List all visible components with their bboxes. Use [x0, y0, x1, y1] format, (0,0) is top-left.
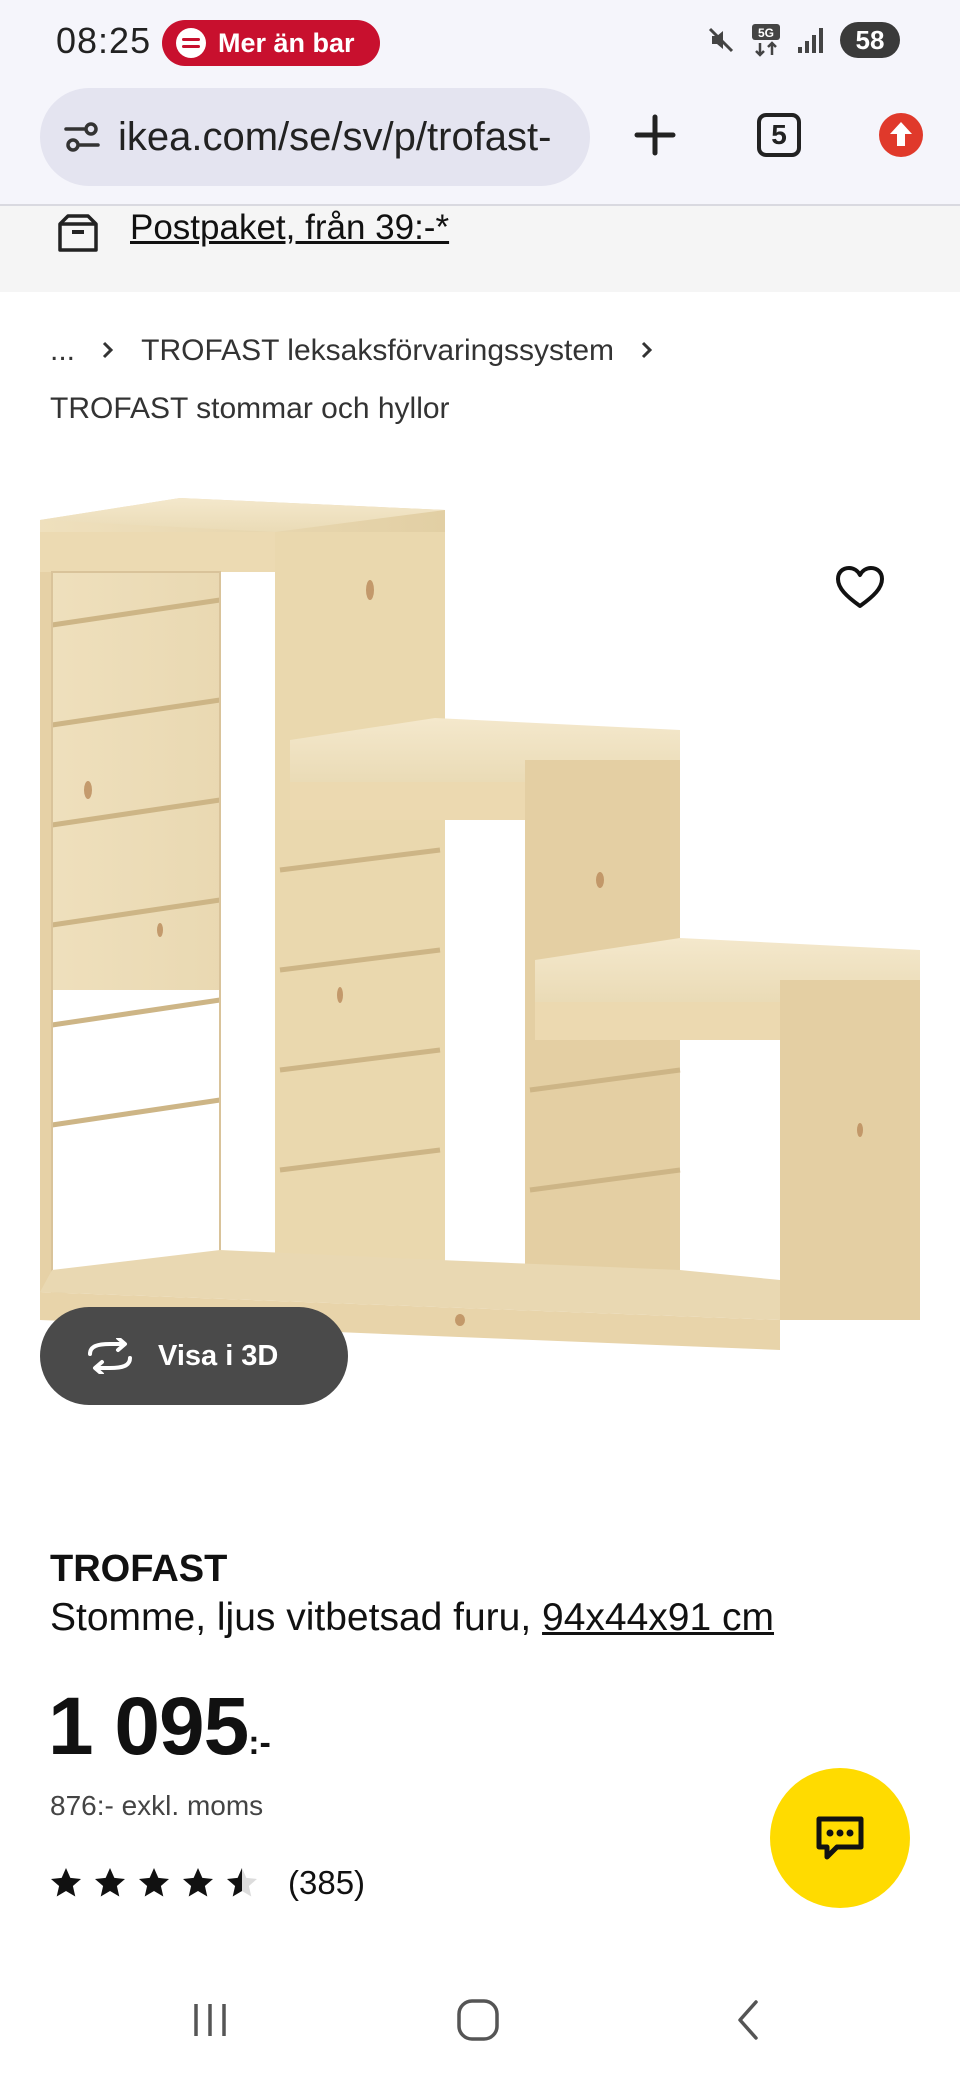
plus-icon — [634, 114, 676, 156]
status-time: 08:25 — [56, 20, 152, 61]
battery-indicator: 58 — [840, 22, 900, 58]
product-description-row: Stomme, ljus vitbetsad furu, 94x44x91 cm — [50, 1596, 774, 1640]
svg-text:5G: 5G — [758, 26, 774, 40]
recent-apps-icon — [194, 2004, 226, 2036]
chat-button[interactable] — [770, 1768, 910, 1908]
product-image[interactable] — [40, 490, 930, 1440]
chevron-right-icon — [642, 341, 653, 359]
5g-data-icon: 5G — [752, 24, 780, 57]
star-full-icon — [139, 1868, 169, 1897]
mute-icon — [708, 27, 734, 53]
status-bar: 08:25 Mer än bar 5G 58 — [0, 0, 960, 84]
site-settings-icon[interactable] — [62, 117, 102, 157]
upload-arrow-icon — [879, 113, 923, 157]
product-rating[interactable]: (385) — [48, 1864, 365, 1902]
back-button[interactable] — [718, 1990, 778, 2050]
tab-count: 5 — [771, 119, 787, 150]
star-full-icon — [51, 1868, 81, 1897]
delivery-banner[interactable]: Postpaket, från 39:-* — [0, 206, 960, 292]
product-dimensions-link[interactable]: 94x44x91 cm — [542, 1596, 774, 1639]
breadcrumb-level1[interactable]: TROFAST leksaksförvaringssystem — [141, 334, 614, 367]
delivery-link[interactable]: Postpaket, från 39:-* — [130, 208, 449, 248]
favorite-button[interactable] — [832, 560, 888, 616]
back-icon — [738, 2000, 758, 2040]
view-in-3d-label: Visa i 3D — [158, 1339, 279, 1372]
spotify-icon — [176, 28, 206, 58]
update-button[interactable] — [874, 108, 928, 162]
status-icons: 5G 58 — [706, 22, 900, 58]
star-full-icon — [183, 1868, 213, 1897]
view-in-3d-button[interactable]: Visa i 3D — [40, 1307, 348, 1405]
home-icon — [457, 1999, 499, 2041]
parcel-icon — [58, 214, 98, 252]
product-name: TROFAST — [50, 1548, 228, 1590]
recent-apps-button[interactable] — [180, 1990, 240, 2050]
address-bar[interactable]: ikea.com/se/sv/p/trofast- — [40, 88, 590, 186]
rotate-3d-icon — [88, 1338, 132, 1374]
home-button[interactable] — [448, 1990, 508, 2050]
heart-icon — [836, 566, 884, 608]
tab-count-badge: 5 — [757, 113, 801, 157]
browser-toolbar: ikea.com/se/sv/p/trofast- 5 — [0, 84, 960, 206]
product-description: Stomme, ljus vitbetsad furu, — [50, 1596, 543, 1639]
chat-icon — [816, 1816, 864, 1860]
breadcrumb-ellipsis[interactable]: ... — [50, 334, 75, 367]
system-nav-bar — [0, 1960, 960, 2080]
product-price: 1 095 :- — [48, 1680, 271, 1774]
url-text[interactable]: ikea.com/se/sv/p/trofast- — [118, 115, 551, 160]
star-half-icon — [227, 1868, 257, 1897]
breadcrumb-level2[interactable]: TROFAST stommar och hyllor — [50, 392, 450, 425]
chevron-right-icon — [103, 341, 114, 359]
price-excl-vat: 876:- exkl. moms — [50, 1790, 264, 1821]
spotify-notification-pill[interactable]: Mer än bar — [162, 20, 380, 66]
spotify-text: Mer än bar — [218, 27, 355, 58]
rating-stars — [48, 1865, 260, 1901]
signal-icon — [798, 28, 823, 53]
new-tab-button[interactable] — [628, 108, 682, 162]
tab-switcher-button[interactable]: 5 — [752, 108, 806, 162]
price-suffix: :- — [248, 1724, 271, 1762]
review-count[interactable]: (385) — [288, 1864, 365, 1902]
star-full-icon — [95, 1868, 125, 1897]
price-integer: 1 095 — [48, 1681, 249, 1772]
breadcrumb: ... TROFAST leksaksförvaringssystem TROF… — [50, 322, 930, 438]
